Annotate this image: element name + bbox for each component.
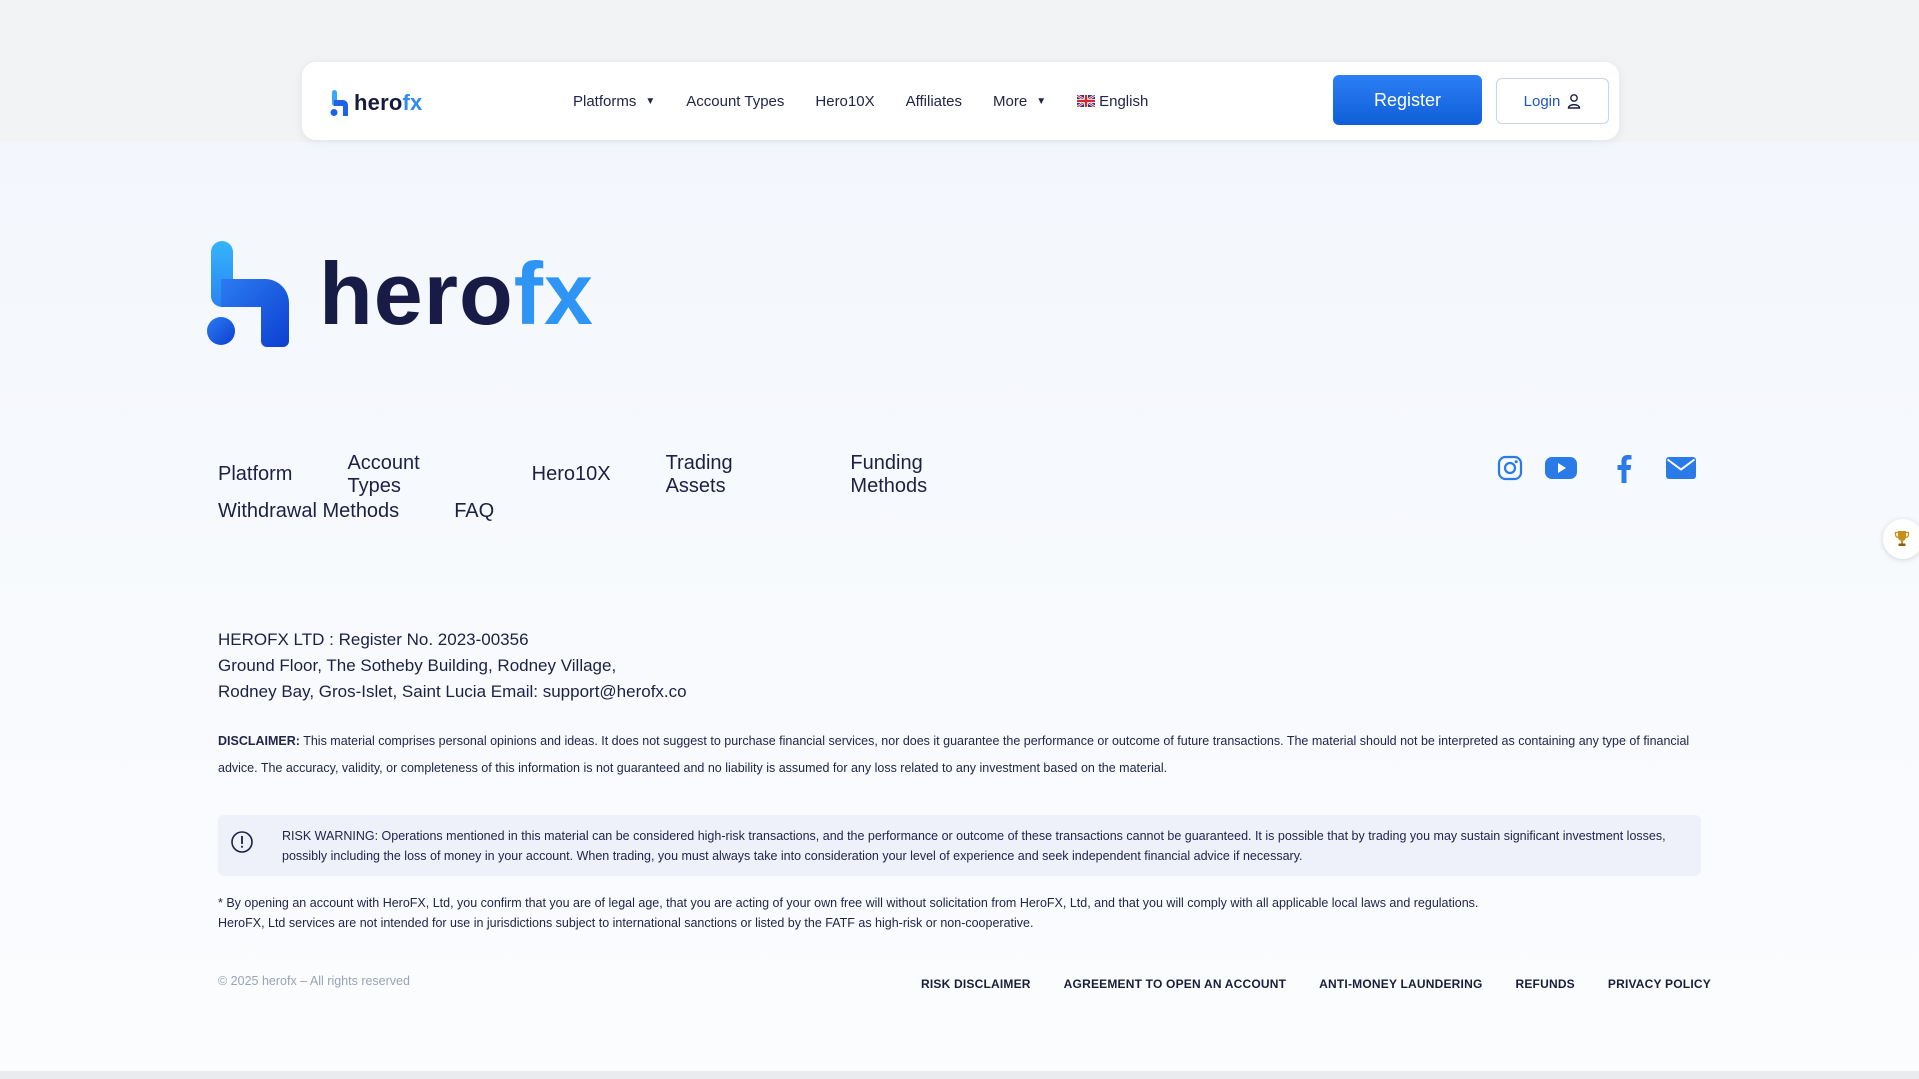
rewards-widget[interactable] (1883, 519, 1919, 559)
herofx-logo-icon (207, 241, 289, 347)
nav-hero10x[interactable]: Hero10X (815, 93, 874, 110)
social-links (1496, 453, 1696, 483)
footer-link-account-types[interactable]: Account Types (347, 452, 476, 498)
user-icon (1568, 94, 1581, 109)
link-privacy-policy[interactable]: PRIVACY POLICY (1608, 977, 1711, 991)
footer-link-funding-methods[interactable]: Funding Methods (850, 452, 1003, 498)
company-info: HEROFX LTD : Register No. 2023-00356 Gro… (218, 627, 687, 705)
disclaimer-text: This material comprises personal opinion… (218, 734, 1690, 775)
legal-notice-line: * By opening an account with HeroFX, Ltd… (218, 896, 1479, 910)
nav-affiliates-label: Affiliates (905, 92, 963, 110)
header-logo[interactable]: herofx (330, 88, 422, 118)
company-registration: HEROFX LTD : Register No. 2023-00356 (218, 630, 529, 649)
mail-icon[interactable] (1666, 456, 1696, 480)
footer-link-withdrawal-methods[interactable]: Withdrawal Methods (218, 500, 399, 523)
risk-warning-box: RISK WARNING: Operations mentioned in th… (218, 815, 1701, 876)
company-address-email: Rodney Bay, Gros-Islet, Saint Lucia Emai… (218, 682, 687, 701)
instagram-icon[interactable] (1496, 454, 1524, 482)
trophy-icon (1894, 531, 1910, 546)
link-agreement-to-open-account[interactable]: AGREEMENT TO OPEN AN ACCOUNT (1064, 977, 1287, 991)
nav-hero10x-label: Hero10X (815, 92, 875, 110)
nav-affiliates[interactable]: Affiliates (906, 93, 962, 110)
disclaimer: DISCLAIMER: This material comprises pers… (218, 728, 1698, 782)
company-address: Ground Floor, The Sotheby Building, Rodn… (218, 656, 617, 675)
link-anti-money-laundering[interactable]: ANTI-MONEY LAUNDERING (1319, 977, 1482, 991)
youtube-icon[interactable] (1544, 454, 1578, 482)
policy-links: RISK DISCLAIMER AGREEMENT TO OPEN AN ACC… (921, 977, 1711, 991)
footer-link-hero10x[interactable]: Hero10X (532, 463, 611, 486)
uk-flag-icon (1077, 95, 1096, 107)
chevron-down-icon: ▼ (1036, 95, 1047, 107)
bottom-divider (0, 1071, 1919, 1079)
footer-nav-row: Platform Account Types Hero10X Trading A… (218, 452, 1058, 497)
link-risk-disclaimer[interactable]: RISK DISCLAIMER (921, 977, 1031, 991)
login-label: Login (1523, 92, 1561, 110)
footer-nav-row: Withdrawal Methods FAQ (218, 493, 1058, 530)
top-navbar: herofx Platforms ▼ Account Types Hero10X… (302, 62, 1619, 140)
footer-nav: Platform Account Types Hero10X Trading A… (218, 452, 1058, 530)
info-icon (231, 831, 253, 853)
footer-link-faq[interactable]: FAQ (454, 500, 494, 523)
link-refunds[interactable]: REFUNDS (1515, 977, 1574, 991)
legal-notice-line: HeroFX, Ltd services are not intended fo… (218, 916, 1034, 930)
facebook-icon[interactable] (1614, 453, 1634, 483)
header-logo-text: herofx (354, 90, 423, 115)
language-label: English (1099, 92, 1149, 110)
nav-more-label: More (993, 92, 1028, 110)
nav-account-types[interactable]: Account Types (686, 93, 784, 110)
chevron-down-icon: ▼ (645, 95, 656, 107)
risk-warning-text: RISK WARNING: Operations mentioned in th… (282, 829, 1666, 863)
register-button[interactable]: Register (1333, 75, 1482, 125)
footer-brand-logo[interactable]: herofx (207, 241, 594, 347)
footer-link-trading-assets[interactable]: Trading Assets (666, 452, 796, 498)
nav-more[interactable]: More ▼ (993, 93, 1046, 110)
disclaimer-label: DISCLAIMER: (218, 734, 300, 748)
footer-brand-text: herofx (319, 244, 594, 343)
nav-platforms-label: Platforms (573, 92, 637, 110)
nav-platforms[interactable]: Platforms ▼ (573, 93, 655, 110)
language-selector[interactable]: English (1077, 93, 1148, 110)
footer-link-platform[interactable]: Platform (218, 463, 292, 486)
nav-account-types-label: Account Types (686, 92, 785, 110)
copyright-text: © 2025 herofx – All rights reserved (218, 974, 410, 988)
herofx-logo-icon (330, 90, 348, 116)
legal-notice: * By opening an account with HeroFX, Ltd… (218, 893, 1698, 933)
login-button[interactable]: Login (1496, 78, 1609, 124)
main-nav: Platforms ▼ Account Types Hero10X Affili… (573, 62, 1148, 140)
